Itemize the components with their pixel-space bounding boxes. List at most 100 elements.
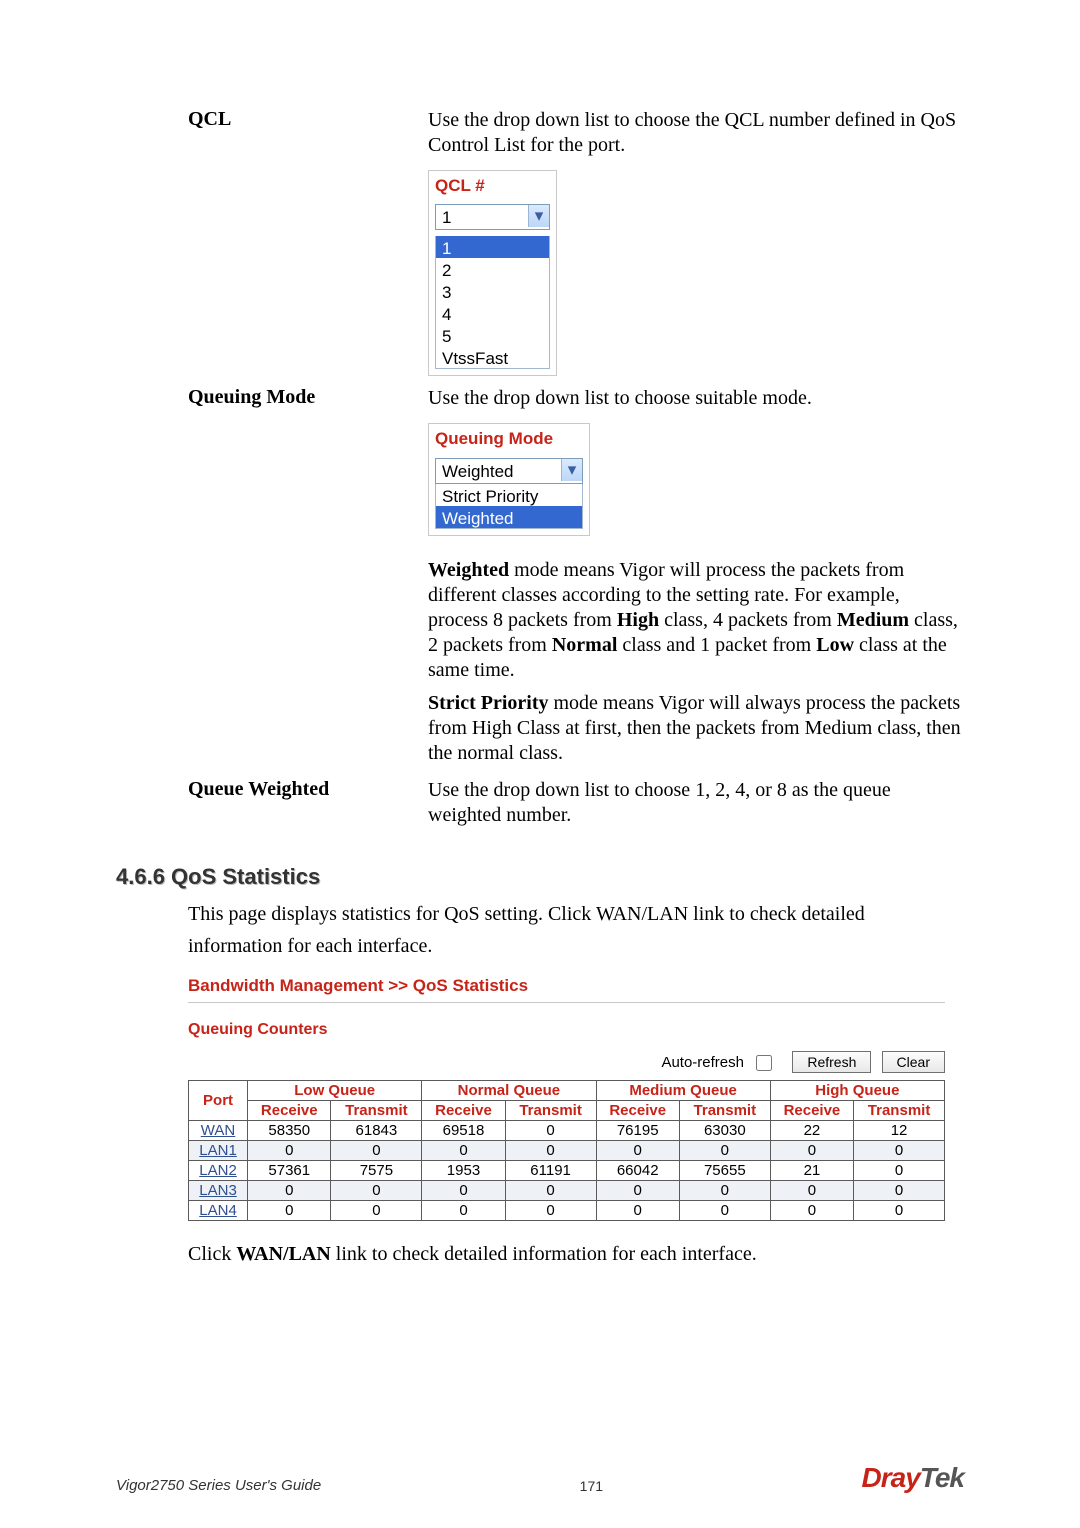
data-cell: 0 bbox=[679, 1180, 770, 1200]
col-low-queue: Low Queue bbox=[248, 1080, 422, 1100]
qm-selected-value: Weighted bbox=[442, 461, 514, 482]
page-number: 171 bbox=[561, 1478, 621, 1494]
data-cell: 0 bbox=[854, 1140, 945, 1160]
data-cell: 0 bbox=[854, 1200, 945, 1220]
col-receive: Receive bbox=[248, 1100, 331, 1120]
qcl-option[interactable]: 1 bbox=[436, 236, 549, 258]
data-cell: 0 bbox=[596, 1200, 679, 1220]
port-link[interactable]: LAN3 bbox=[199, 1182, 237, 1199]
data-cell: 0 bbox=[331, 1180, 422, 1200]
qcl-label: QCL bbox=[116, 108, 428, 376]
port-link[interactable]: WAN bbox=[201, 1122, 235, 1139]
port-cell: LAN2 bbox=[189, 1160, 248, 1180]
qcl-option[interactable]: 3 bbox=[436, 280, 549, 302]
qcl-description: Use the drop down list to choose the QCL… bbox=[428, 108, 964, 158]
data-cell: 7575 bbox=[331, 1160, 422, 1180]
qm-header: Queuing Mode bbox=[429, 424, 589, 451]
col-medium-queue: Medium Queue bbox=[596, 1080, 770, 1100]
weighted-paragraph: Weighted mode means Vigor will process t… bbox=[428, 558, 964, 683]
data-cell: 0 bbox=[770, 1180, 853, 1200]
col-transmit: Transmit bbox=[679, 1100, 770, 1120]
data-cell: 0 bbox=[505, 1180, 596, 1200]
data-cell: 0 bbox=[505, 1140, 596, 1160]
port-cell: LAN3 bbox=[189, 1180, 248, 1200]
col-transmit: Transmit bbox=[331, 1100, 422, 1120]
queuing-mode-description: Use the drop down list to choose suitabl… bbox=[428, 386, 964, 411]
data-cell: 0 bbox=[422, 1200, 505, 1220]
qm-option[interactable]: Strict Priority bbox=[436, 484, 582, 506]
dropdown-arrow-icon[interactable]: ▾ bbox=[561, 459, 582, 481]
refresh-button[interactable]: Refresh bbox=[792, 1051, 871, 1073]
footer-guide: Vigor2750 Series User's Guide bbox=[116, 1477, 321, 1494]
port-cell: WAN bbox=[189, 1120, 248, 1140]
port-cell: LAN1 bbox=[189, 1140, 248, 1160]
data-cell: 0 bbox=[248, 1180, 331, 1200]
qm-select[interactable]: Weighted ▾ bbox=[435, 458, 583, 484]
data-cell: 22 bbox=[770, 1120, 853, 1140]
col-transmit: Transmit bbox=[505, 1100, 596, 1120]
qcl-header: QCL # bbox=[429, 171, 556, 198]
col-receive: Receive bbox=[596, 1100, 679, 1120]
data-cell: 0 bbox=[331, 1140, 422, 1160]
qcl-option[interactable]: 5 bbox=[436, 324, 549, 346]
qcl-selected-value: 1 bbox=[442, 207, 451, 228]
col-receive: Receive bbox=[422, 1100, 505, 1120]
data-cell: 0 bbox=[505, 1120, 596, 1140]
table-row: LAN25736175751953611916604275655210 bbox=[189, 1160, 945, 1180]
data-cell: 0 bbox=[679, 1200, 770, 1220]
data-cell: 57361 bbox=[248, 1160, 331, 1180]
data-cell: 0 bbox=[854, 1180, 945, 1200]
data-cell: 0 bbox=[422, 1180, 505, 1200]
section-intro: This page displays statistics for QoS se… bbox=[188, 898, 964, 962]
data-cell: 0 bbox=[854, 1160, 945, 1180]
qcl-option[interactable]: 4 bbox=[436, 302, 549, 324]
data-cell: 75655 bbox=[679, 1160, 770, 1180]
data-cell: 0 bbox=[248, 1200, 331, 1220]
queuing-mode-dropdown-screenshot: Queuing Mode Weighted ▾ Strict Priority … bbox=[428, 423, 590, 535]
qm-option-list: Strict Priority Weighted bbox=[435, 484, 583, 529]
data-cell: 61843 bbox=[331, 1120, 422, 1140]
qcl-dropdown-screenshot: QCL # 1 ▾ 1 2 3 4 5 VtssFast bbox=[428, 170, 557, 376]
table-row: LAN400000000 bbox=[189, 1200, 945, 1220]
col-transmit: Transmit bbox=[854, 1100, 945, 1120]
col-receive: Receive bbox=[770, 1100, 853, 1120]
strict-paragraph: Strict Priority mode means Vigor will al… bbox=[428, 691, 964, 766]
qcl-option[interactable]: VtssFast bbox=[436, 346, 549, 368]
data-cell: 0 bbox=[596, 1140, 679, 1160]
table-row: LAN300000000 bbox=[189, 1180, 945, 1200]
footnote: Click WAN/LAN link to check detailed inf… bbox=[188, 1243, 964, 1266]
col-high-queue: High Queue bbox=[770, 1080, 944, 1100]
breadcrumb: Bandwidth Management >> QoS Statistics bbox=[188, 976, 945, 1003]
qcl-select[interactable]: 1 ▾ bbox=[435, 204, 550, 230]
table-row: WAN583506184369518076195630302212 bbox=[189, 1120, 945, 1140]
clear-button[interactable]: Clear bbox=[882, 1051, 945, 1073]
section-heading: 4.6.6 QoS Statistics bbox=[116, 864, 964, 890]
port-cell: LAN4 bbox=[189, 1200, 248, 1220]
qcl-option[interactable]: 2 bbox=[436, 258, 549, 280]
dropdown-arrow-icon[interactable]: ▾ bbox=[528, 205, 549, 227]
port-link[interactable]: LAN2 bbox=[199, 1162, 237, 1179]
col-normal-queue: Normal Queue bbox=[422, 1080, 596, 1100]
data-cell: 0 bbox=[248, 1140, 331, 1160]
queuing-counters-table: Port Low Queue Normal Queue Medium Queue… bbox=[188, 1080, 945, 1221]
data-cell: 1953 bbox=[422, 1160, 505, 1180]
auto-refresh-checkbox[interactable] bbox=[756, 1055, 772, 1071]
data-cell: 0 bbox=[770, 1200, 853, 1220]
data-cell: 0 bbox=[770, 1140, 853, 1160]
queue-weighted-label: Queue Weighted bbox=[116, 778, 428, 836]
port-link[interactable]: LAN4 bbox=[199, 1202, 237, 1219]
queue-weighted-description: Use the drop down list to choose 1, 2, 4… bbox=[428, 778, 964, 828]
data-cell: 0 bbox=[505, 1200, 596, 1220]
data-cell: 58350 bbox=[248, 1120, 331, 1140]
data-cell: 0 bbox=[679, 1140, 770, 1160]
table-row: LAN100000000 bbox=[189, 1140, 945, 1160]
qm-option[interactable]: Weighted bbox=[436, 506, 582, 528]
data-cell: 61191 bbox=[505, 1160, 596, 1180]
data-cell: 21 bbox=[770, 1160, 853, 1180]
auto-refresh-label: Auto-refresh bbox=[661, 1054, 744, 1071]
port-link[interactable]: LAN1 bbox=[199, 1142, 237, 1159]
data-cell: 76195 bbox=[596, 1120, 679, 1140]
data-cell: 0 bbox=[422, 1140, 505, 1160]
data-cell: 0 bbox=[596, 1180, 679, 1200]
queuing-counters-heading: Queuing Counters bbox=[188, 1021, 964, 1039]
